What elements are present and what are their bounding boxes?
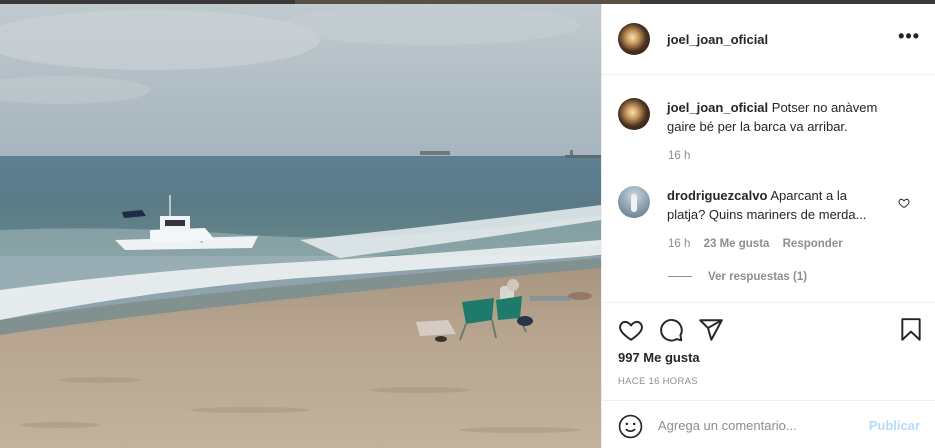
comment-text-block: drodriguezcalvo Aparcant a la platja? Qu… xyxy=(667,186,887,224)
replies-divider xyxy=(668,276,692,278)
publish-button[interactable]: Publicar xyxy=(869,418,920,433)
view-replies[interactable]: Ver respuestas (1) xyxy=(668,271,807,283)
add-comment-bar: Publicar xyxy=(602,400,935,448)
commenter-avatar[interactable] xyxy=(618,186,650,218)
caption-username[interactable]: joel_joan_oficial xyxy=(667,100,768,115)
comment-username[interactable]: drodriguezcalvo xyxy=(667,188,767,203)
top-edge-strip xyxy=(0,0,935,4)
comment-likes[interactable]: 23 Me gusta xyxy=(704,238,770,250)
more-options-icon[interactable]: ••• xyxy=(898,27,920,45)
comment-icon[interactable] xyxy=(658,317,684,343)
comment-like-heart-icon[interactable] xyxy=(898,197,910,209)
comment-row: drodriguezcalvo Aparcant a la platja? Qu… xyxy=(618,186,887,224)
caption-time[interactable]: 16 h xyxy=(668,150,690,162)
reply-button[interactable]: Responder xyxy=(783,238,843,250)
author-username[interactable]: joel_joan_oficial xyxy=(667,32,768,47)
author-avatar[interactable] xyxy=(618,23,650,55)
post-detail-panel: joel_joan_oficial ••• joel_joan_oficial … xyxy=(601,0,935,448)
post-actions: 997 Me gusta HACE 16 HORAS xyxy=(602,304,935,400)
comment-time[interactable]: 16 h xyxy=(668,238,690,250)
comments-section: joel_joan_oficial Potser no anàvem gaire… xyxy=(602,76,935,303)
comment-meta: 16 h 23 Me gusta Responder xyxy=(668,238,843,250)
post-header: joel_joan_oficial ••• xyxy=(602,4,935,75)
post-timestamp[interactable]: HACE 16 HORAS xyxy=(618,376,698,387)
beach-boat-image: ~ xyxy=(0,0,601,448)
bookmark-icon[interactable] xyxy=(898,317,924,343)
emoji-icon[interactable] xyxy=(618,414,643,439)
likes-count[interactable]: 997 Me gusta xyxy=(618,350,700,365)
caption-text-block: joel_joan_oficial Potser no anàvem gaire… xyxy=(667,98,899,136)
caption-avatar[interactable] xyxy=(618,98,650,130)
comment-input[interactable] xyxy=(658,415,848,435)
view-replies-label[interactable]: Ver respuestas (1) xyxy=(708,271,807,283)
heart-icon[interactable] xyxy=(618,317,644,343)
post-photo[interactable]: ~ xyxy=(0,0,601,448)
paper-plane-icon[interactable] xyxy=(698,317,724,343)
svg-text:~: ~ xyxy=(200,240,203,246)
caption-row: joel_joan_oficial Potser no anàvem gaire… xyxy=(618,98,899,136)
